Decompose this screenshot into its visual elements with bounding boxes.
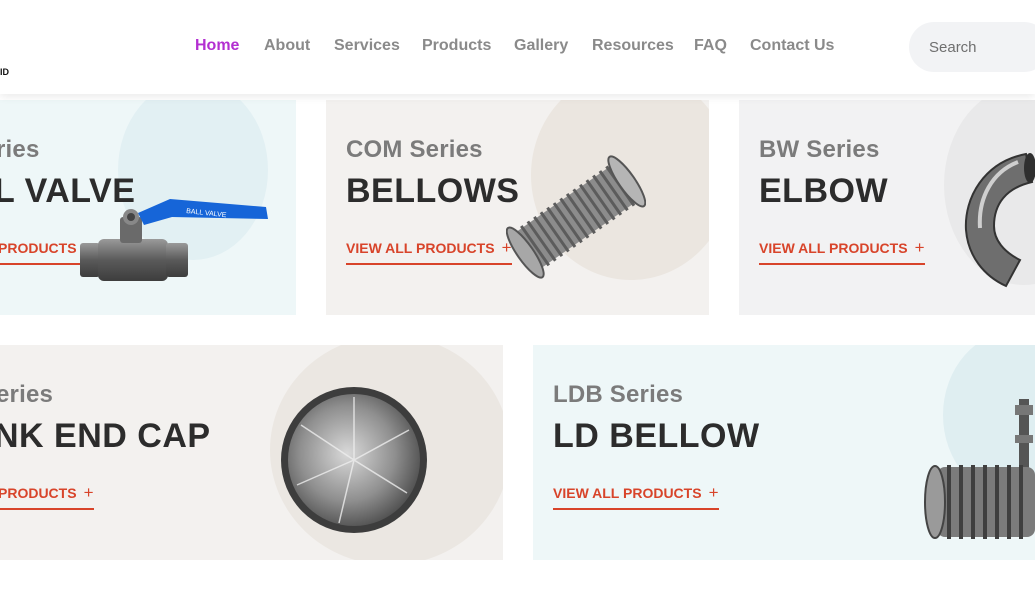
view-all-products-link[interactable]: VIEW ALL PRODUCTS +	[759, 238, 925, 265]
product-card-end-cap[interactable]: eries NK END CAP PRODUCTS +	[0, 345, 503, 560]
card-product-name: BELLOWS	[346, 172, 520, 210]
ld-bellow-icon	[924, 399, 1035, 539]
link-label: VIEW ALL PRODUCTS	[346, 240, 495, 256]
nav-gallery[interactable]: Gallery	[514, 37, 568, 55]
link-label: VIEW ALL PRODUCTS	[553, 485, 702, 501]
ball-valve-icon: BALL VALVE	[80, 199, 268, 281]
nav-resources[interactable]: Resources	[592, 37, 674, 55]
plus-icon: +	[83, 483, 94, 502]
nav-home[interactable]: Home	[195, 37, 239, 55]
nav-faq[interactable]: FAQ	[694, 37, 727, 55]
product-card-ball-valve[interactable]: ries L VALVE PRODUCTS+ BALL VALVE	[0, 100, 296, 315]
card-product-name: ELBOW	[759, 172, 889, 210]
product-card-bellows[interactable]: COM Series BELLOWS VIEW ALL PRODUCTS +	[326, 100, 709, 315]
site-header: ID Home About Services Products Gallery …	[0, 0, 1035, 94]
bellows-icon	[506, 155, 646, 279]
link-label: VIEW ALL PRODUCTS	[759, 240, 908, 256]
nav-contact-us[interactable]: Contact Us	[750, 37, 834, 55]
end-cap-icon	[281, 387, 427, 533]
nav-about[interactable]: About	[264, 37, 310, 55]
product-card-ld-bellow[interactable]: LDB Series LD BELLOW VIEW ALL PRODUCTS +	[533, 345, 1035, 560]
card-series: eries	[0, 381, 54, 408]
main-nav: Home About Services Products Gallery Res…	[0, 0, 880, 94]
card-product-name: LD BELLOW	[553, 417, 760, 455]
card-series: LDB Series	[553, 381, 684, 408]
link-label: PRODUCTS	[0, 240, 77, 256]
view-all-products-link[interactable]: VIEW ALL PRODUCTS +	[346, 238, 512, 265]
card-series: BW Series	[759, 136, 880, 163]
card-series: COM Series	[346, 136, 483, 163]
nav-products[interactable]: Products	[422, 37, 491, 55]
view-all-products-link[interactable]: PRODUCTS +	[0, 483, 94, 510]
card-series: ries	[0, 136, 40, 163]
plus-icon: +	[708, 483, 719, 502]
link-label: PRODUCTS	[0, 485, 77, 501]
nav-services[interactable]: Services	[334, 37, 400, 55]
elbow-icon	[964, 152, 1035, 288]
product-card-elbow[interactable]: BW Series ELBOW VIEW ALL PRODUCTS +	[739, 100, 1035, 315]
view-all-products-link[interactable]: VIEW ALL PRODUCTS +	[553, 483, 719, 510]
plus-icon: +	[914, 238, 925, 257]
search-input[interactable]	[909, 22, 1035, 72]
card-product-name: NK END CAP	[0, 417, 211, 455]
